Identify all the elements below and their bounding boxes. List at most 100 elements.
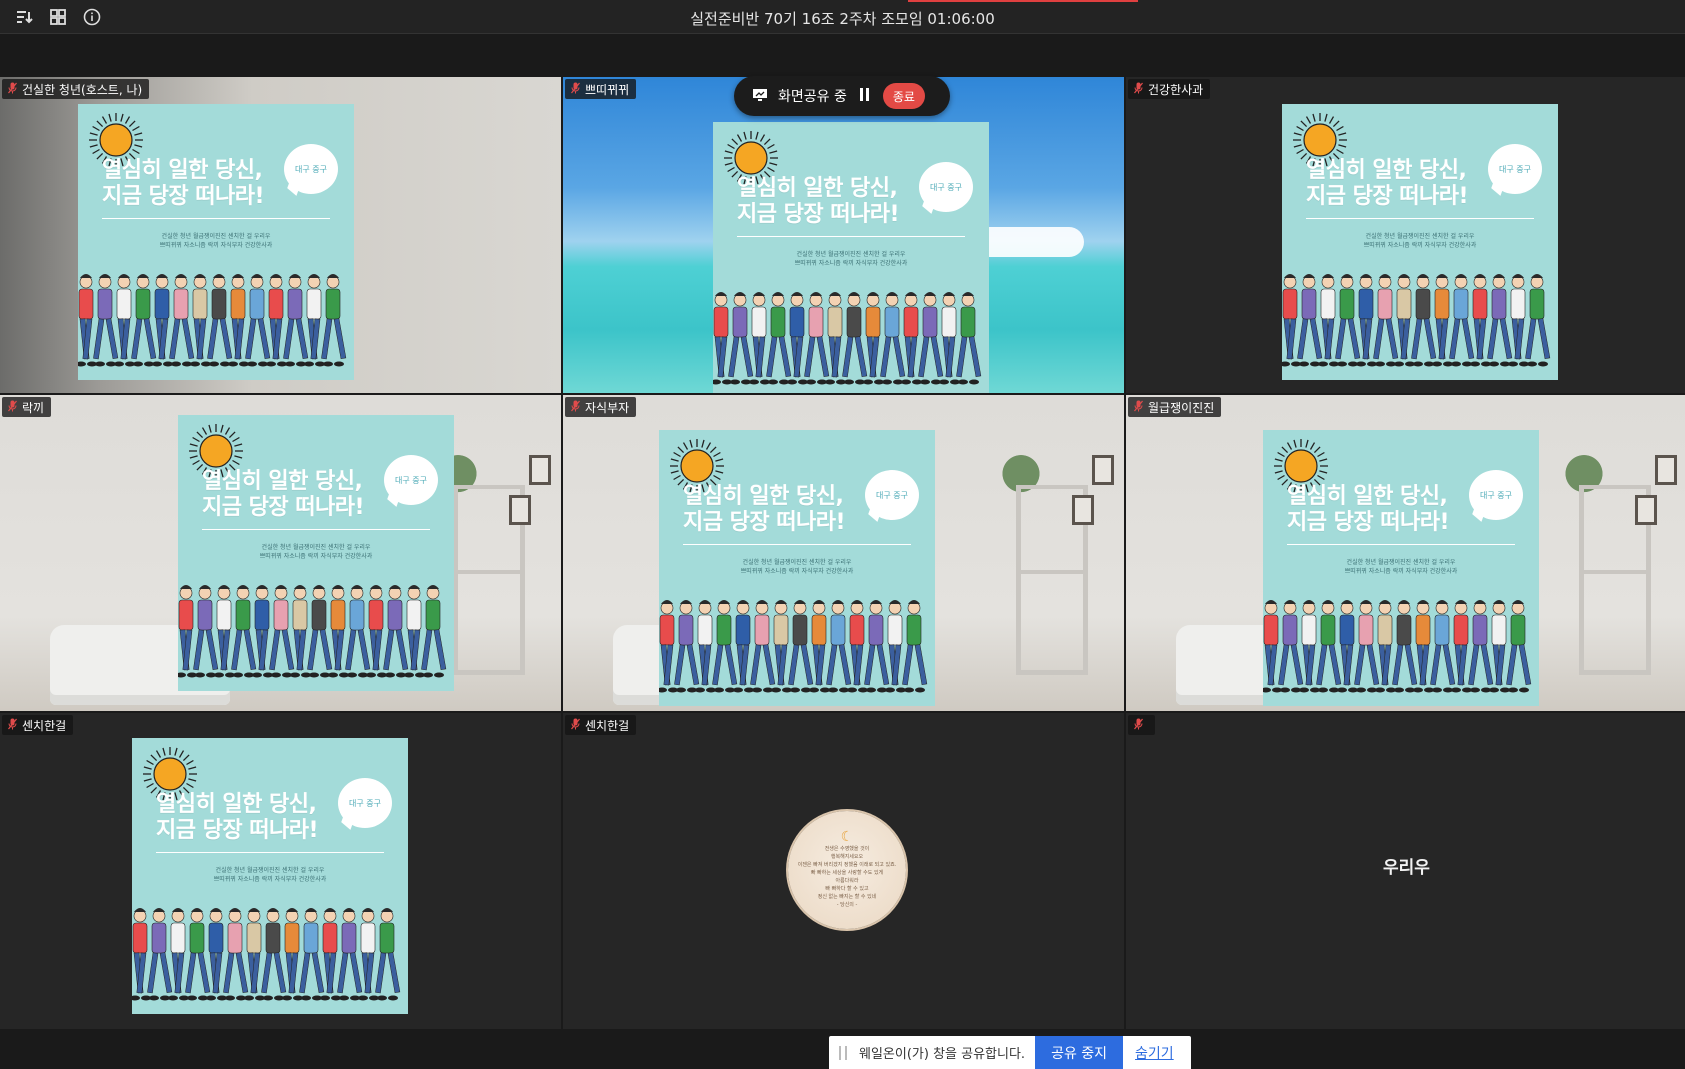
poster-headline: 열심히 일한 당신, 지금 당장 떠나라! (102, 158, 265, 210)
share-message: 웨일온이(가) 창을 공유합니다. (859, 1047, 1026, 1062)
bubble-text: 대구 중구 (930, 182, 962, 192)
participant-name-tag: 쁘띠뀌뀌 (565, 79, 637, 99)
participant-name: 자식부자 (585, 400, 630, 415)
participant-tile[interactable]: 락끼 대구 중구 열심히 일한 당신, 지금 당장 떠나라! 건실한 청년 월급… (0, 395, 561, 711)
participant-tile[interactable]: 자식부자 대구 중구 열심히 일한 당신, 지금 당장 떠나라! 건실한 청년 … (563, 395, 1124, 711)
poster-divider (156, 852, 384, 853)
bubble-text: 대구 중구 (349, 798, 381, 808)
meeting-title: 실전준비반 70기 16조 2주차 조모임 01:06:00 (690, 10, 995, 28)
picture-frame (1092, 455, 1114, 485)
headline-line-2: 지금 당장 떠나라! (1287, 510, 1450, 535)
picture-frame (1635, 495, 1657, 525)
shared-poster: 대구 중구 열심히 일한 당신, 지금 당장 떠나라! 건실한 청년 월급쟁이진… (1282, 104, 1558, 380)
picture-frame (1072, 495, 1094, 525)
participant-name: 쁘띠뀌뀌 (585, 82, 630, 97)
participant-tile[interactable]: 쁘띠뀌뀌 대구 중구 열심히 일한 당신, 지금 당장 떠나라! 건실한 청년 … (563, 77, 1124, 393)
pause-icon[interactable] (857, 88, 873, 104)
participant-name-tag (1128, 715, 1155, 735)
people-illustration (1282, 274, 1551, 367)
headline-line-1: 열심히 일한 당신, (683, 484, 844, 509)
participant-tile[interactable]: 우리우 (1126, 713, 1685, 1029)
poster-headline: 열심히 일한 당신, 지금 당장 떠나라! (1287, 484, 1450, 536)
participant-name-tag: 월급쟁이진진 (1128, 397, 1222, 417)
participant-center-name: 우리우 (1383, 858, 1430, 878)
drag-handle[interactable] (839, 1045, 847, 1060)
participant-tile[interactable]: 센치한걸 ☾ 전생은 수영했을 것이 행복해지세요오 이젠은 빠져 버리겠지 정했… (563, 713, 1124, 1029)
people-illustration (78, 274, 347, 367)
shared-poster: 대구 중구 열심히 일한 당신, 지금 당장 떠나라! 건실한 청년 월급쟁이진… (178, 415, 454, 691)
poster-divider (737, 236, 965, 237)
video-grid: 건실한 청년(호스트, 나) 대구 중구 열심히 일한 당신, 지금 당장 떠나… (0, 77, 1685, 1029)
participant-name: 건강한사과 (1148, 82, 1204, 97)
participant-name: 센치한걸 (585, 718, 630, 733)
participant-name-tag: 건실한 청년(호스트, 나) (2, 79, 150, 99)
shared-poster: 대구 중구 열심히 일한 당신, 지금 당장 떠나라! 건실한 청년 월급쟁이진… (659, 430, 935, 706)
stop-share-button[interactable]: 종료 (882, 83, 925, 109)
people-illustration (178, 585, 447, 678)
participant-tile[interactable]: 월급쟁이진진 대구 중구 열심히 일한 당신, 지금 당장 떠나라! 건실한 청… (1126, 395, 1685, 711)
poster-subtext: 건실한 청년 월급쟁이진진 센치한 걸 우리우 쁘띠뀌뀌 자소니즘 락끼 자식부… (213, 867, 327, 883)
speech-bubble: 대구 중구 (1469, 470, 1523, 520)
participant-name-tag: 자식부자 (565, 397, 637, 417)
poster-subtext: 건실한 청년 월급쟁이진진 센치한 걸 우리우 쁘띠뀌뀌 자소니즘 락끼 자식부… (1363, 233, 1477, 249)
people-illustration (659, 600, 928, 693)
participant-name-tag: 센치한걸 (2, 715, 74, 735)
mic-muted-icon (8, 82, 17, 97)
participant-name-tag: 센치한걸 (565, 715, 637, 735)
headline-line-2: 지금 당장 떠나라! (737, 202, 900, 227)
speech-bubble: 대구 중구 (865, 470, 919, 520)
poster-subtext: 건실한 청년 월급쟁이진진 센치한 걸 우리우 쁘띠뀌뀌 자소니즘 락끼 자식부… (159, 233, 273, 249)
bubble-text: 대구 중구 (395, 475, 427, 485)
avatar-text: 전생은 수영했을 것이 행복해지세요오 이젠은 빠져 버리겠지 정했음 이래로 … (797, 846, 897, 908)
speech-bubble: 대구 중구 (919, 162, 973, 212)
moon-icon: ☾ (840, 829, 854, 845)
poster-divider (683, 544, 911, 545)
participant-name-tag: 락끼 (2, 397, 52, 417)
top-bar: 실전준비반 70기 16조 2주차 조모임 01:06:00 (0, 0, 1685, 34)
mic-muted-icon (571, 718, 580, 733)
mic-muted-icon (1134, 400, 1143, 415)
hide-link[interactable]: 숨기기 (1135, 1043, 1174, 1063)
participant-name: 월급쟁이진진 (1148, 400, 1215, 415)
headline-line-1: 열심히 일한 당신, (1287, 484, 1448, 509)
headline-line-1: 열심히 일한 당신, (202, 469, 363, 494)
participant-tile[interactable]: 센치한걸 대구 중구 열심히 일한 당신, 지금 당장 떠나라! 건실한 청년 … (0, 713, 561, 1029)
mic-muted-icon (571, 82, 580, 97)
people-illustration (132, 908, 401, 1001)
headline-line-1: 열심히 일한 당신, (737, 176, 898, 201)
poster-subtext: 건실한 청년 월급쟁이진진 센치한 걸 우리우 쁘띠뀌뀌 자소니즘 락끼 자식부… (1344, 559, 1458, 575)
share-status-label: 화면공유 중 (778, 89, 847, 105)
speech-bubble: 대구 중구 (1488, 144, 1542, 194)
speech-bubble: 대구 중구 (284, 144, 338, 194)
poster-divider (1306, 218, 1534, 219)
headline-line-1: 열심히 일한 당신, (1306, 158, 1467, 183)
bubble-text: 대구 중구 (1480, 490, 1512, 500)
participant-name: 센치한걸 (22, 718, 67, 733)
mic-muted-icon (571, 400, 580, 415)
poster-subtext: 건실한 청년 월급쟁이진진 센치한 걸 우리우 쁘띠뀌뀌 자소니즘 락끼 자식부… (259, 544, 373, 560)
picture-frame (1655, 455, 1677, 485)
stop-sharing-button[interactable]: 공유 중지 (1035, 1036, 1124, 1069)
mic-muted-icon (1134, 718, 1143, 733)
participant-name-tag: 건강한사과 (1128, 79, 1211, 99)
people-illustration (713, 292, 982, 385)
participant-tile[interactable]: 건강한사과 대구 중구 열심히 일한 당신, 지금 당장 떠나라! 건실한 청년… (1126, 77, 1685, 393)
share-notification-bar: 웨일온이(가) 창을 공유합니다. 공유 중지 숨기기 (829, 1036, 1191, 1069)
participant-tile[interactable]: 건실한 청년(호스트, 나) 대구 중구 열심히 일한 당신, 지금 당장 떠나… (0, 77, 561, 393)
poster-headline: 열심히 일한 당신, 지금 당장 떠나라! (683, 484, 846, 536)
picture-frame (509, 495, 531, 525)
mic-muted-icon (8, 400, 17, 415)
bubble-text: 대구 중구 (876, 490, 908, 500)
speech-bubble: 대구 중구 (384, 455, 438, 505)
poster-divider (202, 529, 430, 530)
poster-headline: 열심히 일한 당신, 지금 당장 떠나라! (202, 469, 365, 521)
participant-name: 건실한 청년(호스트, 나) (22, 82, 143, 97)
bubble-text: 대구 중구 (295, 164, 327, 174)
shared-poster: 대구 중구 열심히 일한 당신, 지금 당장 떠나라! 건실한 청년 월급쟁이진… (713, 122, 989, 393)
poster-divider (102, 218, 330, 219)
speech-bubble: 대구 중구 (338, 778, 392, 828)
shared-poster: 대구 중구 열심히 일한 당신, 지금 당장 떠나라! 건실한 청년 월급쟁이진… (132, 738, 408, 1014)
mic-muted-icon (1134, 82, 1143, 97)
headline-line-1: 열심히 일한 당신, (156, 792, 317, 817)
poster-subtext: 건실한 청년 월급쟁이진진 센치한 걸 우리우 쁘띠뀌뀌 자소니즘 락끼 자식부… (740, 559, 854, 575)
